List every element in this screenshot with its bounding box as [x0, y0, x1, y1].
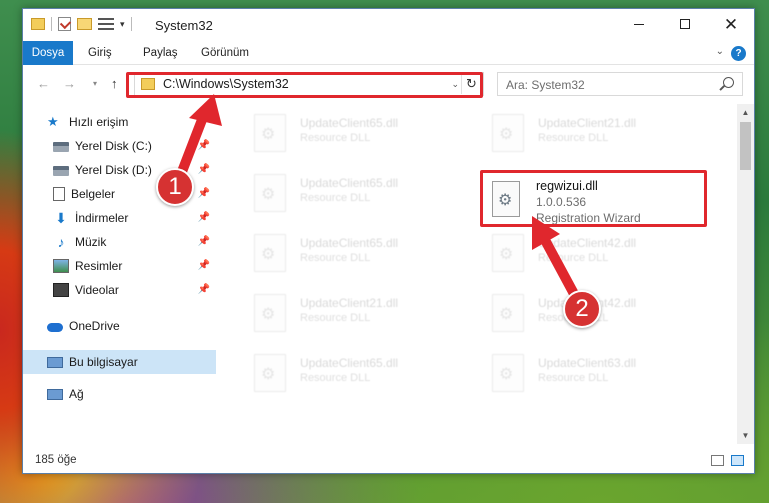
annotation-arrows — [173, 94, 585, 310]
step-badge-1: 1 — [156, 168, 194, 206]
annotation-arrow-1 — [173, 94, 222, 187]
step-badge-2: 2 — [563, 290, 601, 328]
